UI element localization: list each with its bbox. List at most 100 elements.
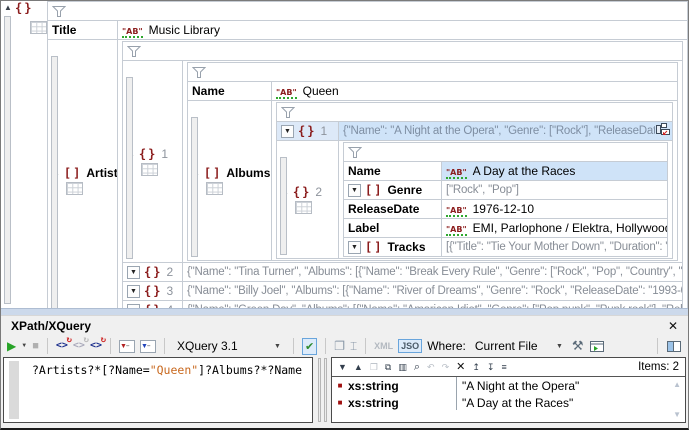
album-1-node-cell[interactable]: ▼ {} 1	[277, 122, 339, 141]
table-view-icon[interactable]	[141, 163, 158, 176]
array-icon[interactable]: []	[365, 241, 383, 253]
xml-mode-toggle[interactable]: XML	[374, 341, 393, 351]
artist-3-preview-cell[interactable]: {"Name": "Billy Joel", "Albums": [{"Name…	[183, 282, 683, 301]
table-view-icon[interactable]	[66, 182, 83, 195]
start-evaluation-icon[interactable]: <>↻	[56, 341, 68, 351]
object-icon[interactable]: {}	[298, 125, 316, 137]
result-row[interactable]: ■ xs:string "A Night at the Opera"	[332, 377, 685, 394]
json-mode-toggle[interactable]: JSO	[398, 339, 422, 353]
table-view-icon[interactable]	[206, 182, 223, 195]
sort-descending-icon[interactable]: ▼	[338, 363, 347, 372]
result-row[interactable]: ■ xs:string "A Day at the Races"	[332, 394, 685, 411]
album-1-preview-cell[interactable]: {"Name": "A Night at the Opera", "Genre"…	[339, 122, 673, 141]
genre-preview-cell[interactable]: ["Rock", "Pop"]	[442, 181, 668, 200]
stop-button[interactable]: ■	[32, 341, 39, 352]
filter-row[interactable]	[344, 143, 668, 162]
scroll-to-bottom-icon[interactable]: ↧	[487, 363, 495, 372]
albums-node-cell[interactable]: ▲ [] Albums	[188, 101, 272, 261]
run-in-window-icon[interactable]	[589, 340, 605, 353]
columns-icon[interactable]: ▥	[398, 363, 407, 372]
collapse-bar[interactable]	[126, 77, 133, 259]
label-value-cell[interactable]: "AB"EMI, Parlophone / Elektra, Hollywood	[442, 219, 668, 238]
artist-3-node-cell[interactable]: ▼ {} 3	[123, 282, 183, 301]
name-value-cell[interactable]: "AB"Queen	[272, 82, 678, 101]
label-key-cell[interactable]: Label	[344, 219, 442, 238]
expand-in-grid-icon[interactable]	[655, 123, 671, 140]
run-options-dropdown-icon[interactable]: ▼	[21, 343, 27, 349]
object-icon[interactable]: {}	[139, 148, 157, 160]
text-view-icon[interactable]: ⌶	[350, 339, 357, 354]
expand-dropdown-icon[interactable]: ▼	[281, 125, 294, 138]
string-type-icon[interactable]: "AB"	[446, 225, 467, 236]
collapse-bar[interactable]	[4, 16, 11, 304]
scrollbar-down-icon[interactable]: ▼	[673, 410, 681, 419]
filter-funnel-icon[interactable]	[348, 147, 362, 158]
filter-row[interactable]	[123, 42, 683, 61]
tracks-preview-cell[interactable]: [{"Title": "Tie Your Mother Down", "Dura…	[442, 238, 668, 257]
name-key-cell[interactable]: Name	[188, 82, 272, 101]
breakpoint-icon[interactable]: ▼--	[119, 340, 135, 353]
filter-funnel-icon[interactable]	[52, 6, 66, 17]
step-evaluation-icon[interactable]: <>↻	[73, 341, 85, 351]
collapse-bar[interactable]	[191, 117, 198, 257]
title-key-cell[interactable]: Title	[48, 21, 118, 40]
artist-4-node-cell[interactable]: ▼ {} 4	[123, 301, 183, 309]
clear-results-icon[interactable]: ✕	[456, 362, 465, 373]
search-icon[interactable]: ⌕	[414, 362, 420, 373]
xquery-expression[interactable]: ?Artists?*[?Name="Queen"]?Albums?*?Name	[32, 363, 302, 377]
expression-editor[interactable]: ?Artists?*[?Name="Queen"]?Albums?*?Name	[3, 357, 313, 423]
artist-1-node-cell[interactable]: ▲ {} 1	[123, 61, 183, 263]
expand-dropdown-icon[interactable]: ▼	[348, 184, 361, 197]
filter-funnel-icon[interactable]	[127, 46, 141, 57]
tracks-key-cell[interactable]: ▼ [] Tracks	[344, 238, 442, 257]
filter-funnel-icon[interactable]	[192, 67, 206, 78]
artist-2-node-cell[interactable]: ▼ {} 2	[123, 263, 183, 282]
string-type-icon[interactable]: "AB"	[446, 206, 467, 217]
language-select[interactable]: XQuery 3.1 ▼	[173, 337, 285, 355]
goto-previous-icon[interactable]: ↶	[427, 363, 435, 372]
sort-ascending-icon[interactable]: ▲	[354, 363, 363, 372]
album-name-value-cell[interactable]: "AB"A Day at the Races	[442, 162, 668, 181]
array-icon[interactable]: []	[204, 167, 222, 179]
expand-dropdown-icon[interactable]: ▼	[348, 241, 361, 254]
collapse-bar[interactable]	[51, 56, 58, 308]
expand-dropdown-icon[interactable]: ▼	[127, 266, 140, 279]
collapse-bar[interactable]	[280, 157, 287, 255]
run-button[interactable]: ▶	[7, 340, 16, 352]
collapse-triangle-icon[interactable]: ▲	[4, 4, 12, 12]
show-header-icon[interactable]: ❐	[334, 339, 345, 353]
settings-tools-icon[interactable]: ⚒	[572, 338, 584, 354]
evaluate-on-edit-icon[interactable]: <>↻	[90, 341, 102, 351]
scroll-to-top-icon[interactable]: ↥	[472, 363, 480, 372]
show-results-toggle[interactable]: ✔	[302, 338, 317, 355]
object-icon[interactable]: {}	[15, 2, 33, 14]
filter-row[interactable]	[188, 63, 678, 82]
array-icon[interactable]: []	[64, 167, 82, 179]
horizontal-scrollbar[interactable]	[1, 308, 688, 315]
word-wrap-icon[interactable]: ≡	[501, 363, 506, 372]
object-icon[interactable]: {}	[144, 285, 162, 297]
tracepoint-icon[interactable]: ▼--	[140, 340, 156, 353]
filter-row[interactable]	[277, 103, 673, 122]
copy-all-icon[interactable]: ⧉	[385, 363, 391, 372]
artists-node-cell[interactable]: ▲ [] Artists	[48, 40, 118, 309]
album-2-node-cell[interactable]: ▲ {} 2	[277, 141, 339, 259]
table-view-icon[interactable]	[295, 201, 312, 214]
genre-key-cell[interactable]: ▼ [] Genre	[344, 181, 442, 200]
scrollbar-up-icon[interactable]: ▲	[673, 380, 681, 389]
table-view-icon[interactable]	[30, 21, 47, 34]
panel-splitter[interactable]	[313, 357, 331, 423]
releasedate-key-cell[interactable]: ReleaseDate	[344, 200, 442, 219]
string-type-icon[interactable]: "AB"	[276, 88, 297, 99]
releasedate-value-cell[interactable]: "AB"1976-12-10	[442, 200, 668, 219]
title-value-cell[interactable]: "AB"Music Library	[118, 21, 688, 40]
string-type-icon[interactable]: "AB"	[122, 27, 143, 38]
album-name-key-cell[interactable]: Name	[344, 162, 442, 181]
object-icon[interactable]: {}	[293, 186, 311, 198]
string-type-icon[interactable]: "AB"	[446, 168, 467, 179]
copy-icon[interactable]: ❐	[370, 363, 378, 372]
expand-dropdown-icon[interactable]: ▼	[127, 285, 140, 298]
scope-select[interactable]: Current File ▼	[471, 337, 567, 355]
close-icon[interactable]: ✕	[668, 320, 678, 332]
dock-panel-icon[interactable]	[666, 340, 682, 353]
